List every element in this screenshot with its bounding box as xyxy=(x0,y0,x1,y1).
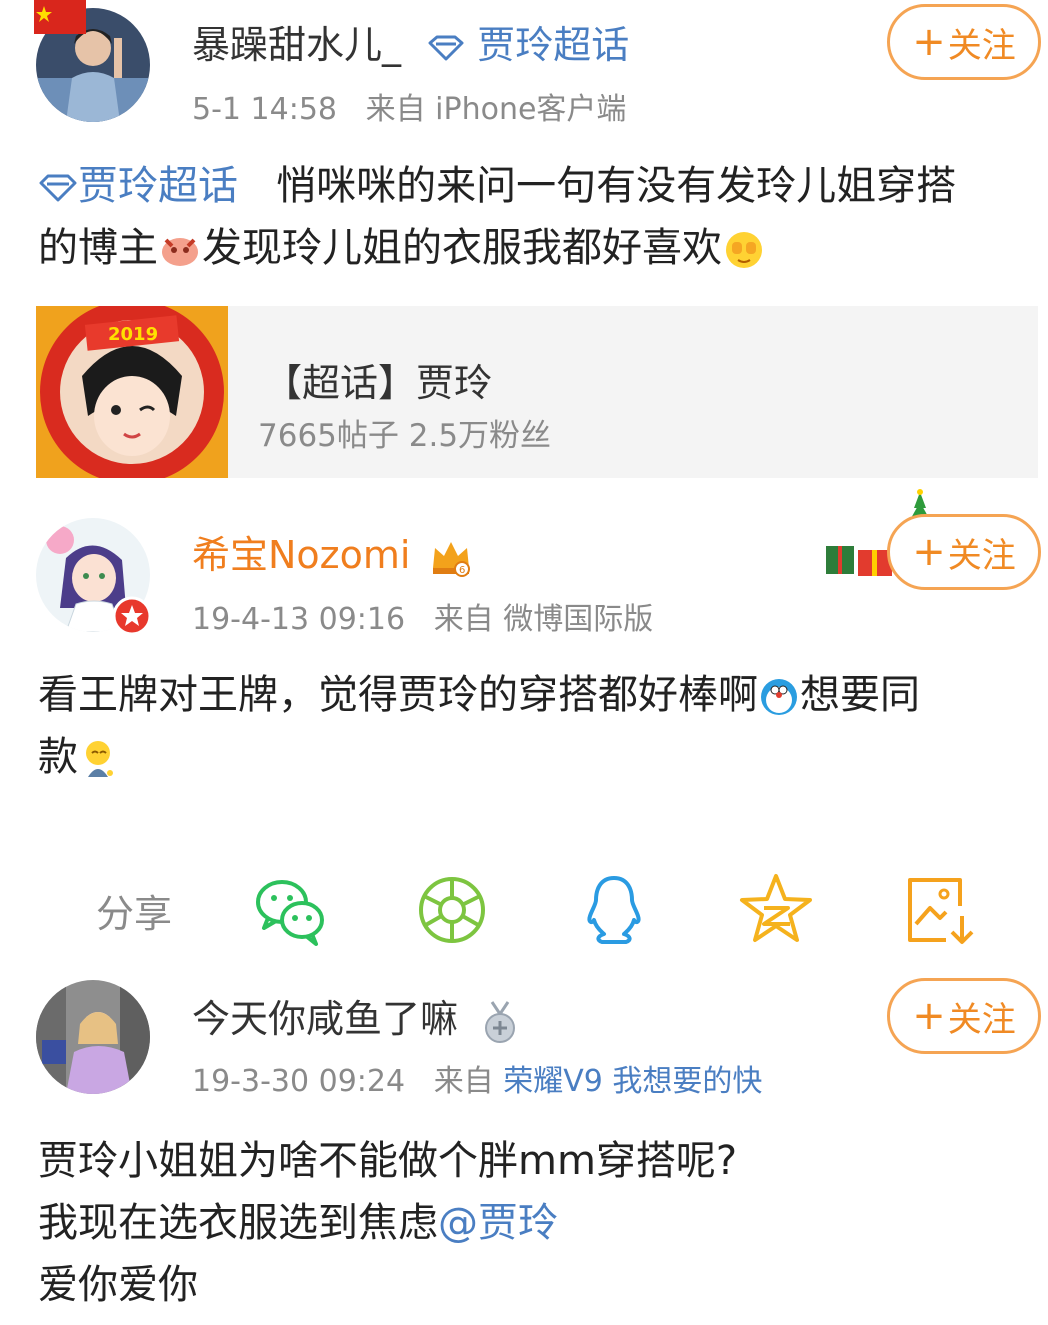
crown-icon: 6 xyxy=(432,541,470,577)
username[interactable]: 今天你咸鱼了嘛 xyxy=(192,988,520,1044)
share-label: 分享 xyxy=(96,892,173,936)
post-meta: 19-3-30 09:24 来自 荣耀V9 我想要的快 xyxy=(192,1064,763,1099)
svg-text:6: 6 xyxy=(459,565,465,576)
qq-icon[interactable] xyxy=(574,870,654,950)
plus-icon: + xyxy=(912,19,946,65)
post-text: 贾玲小姐姐为啥不能做个胖mm穿搭呢? 我现在选衣服选到焦虑@贾玲 爱你爱你 xyxy=(38,1138,738,1308)
topic-card[interactable]: 2019 【超话】贾玲 7665帖子 2.5万粉丝 xyxy=(36,306,1038,478)
medal-icon xyxy=(485,1000,516,1043)
share-bar: 分享 xyxy=(0,855,1048,965)
diamond-icon xyxy=(39,174,77,202)
post-meta: 19-4-13 09:16 来自 微博国际版 xyxy=(192,602,654,637)
follow-button[interactable]: + 关注 xyxy=(887,514,1041,590)
follow-button[interactable]: + 关注 xyxy=(887,978,1041,1054)
topic-tag-link[interactable]: 贾玲超话 xyxy=(477,23,629,67)
plus-icon: + xyxy=(912,529,946,575)
wechat-icon[interactable] xyxy=(250,870,330,950)
topic-card-title: 【超话】贾玲 xyxy=(264,361,493,405)
save-image-icon[interactable] xyxy=(900,870,980,950)
follow-button[interactable]: + 关注 xyxy=(887,4,1041,80)
shy-emoji-icon xyxy=(726,232,762,268)
verified-badge-icon[interactable] xyxy=(112,596,152,636)
topic-card-image: 2019 xyxy=(36,306,228,478)
avatar[interactable] xyxy=(36,980,150,1094)
post-meta: 5-1 14:58 来自 iPhone客户端 xyxy=(192,92,627,127)
plus-icon: + xyxy=(912,993,946,1039)
flag-icon xyxy=(34,0,86,34)
username[interactable]: 希宝Nozomi 6 xyxy=(192,524,473,580)
svg-text:2019: 2019 xyxy=(108,324,158,345)
diamond-icon xyxy=(427,26,465,70)
topic-card-stats: 7665帖子 2.5万粉丝 xyxy=(258,418,552,454)
username[interactable]: 暴躁甜水儿_ 贾玲超话 xyxy=(192,14,629,70)
doraemon-emoji-icon xyxy=(761,679,797,715)
sweat-emoji-icon xyxy=(86,741,113,777)
mention-link[interactable]: @贾玲 xyxy=(438,1200,558,1246)
topic-tag-inline[interactable]: 贾玲超话 xyxy=(38,163,251,209)
post-text: 贾玲超话 悄咪咪的来问一句有没有发玲儿姐穿搭 的博主 发现玲儿姐的衣服我都好喜欢 xyxy=(38,163,957,271)
moments-icon[interactable] xyxy=(412,870,492,950)
qzone-icon[interactable] xyxy=(736,870,816,950)
emoji-icon xyxy=(162,238,198,266)
source-link[interactable]: 荣耀V9 我想要的快 xyxy=(503,1064,762,1099)
post-text: 看王牌对王牌，觉得贾玲的穿搭都好棒啊 想要同 款 xyxy=(38,672,920,780)
